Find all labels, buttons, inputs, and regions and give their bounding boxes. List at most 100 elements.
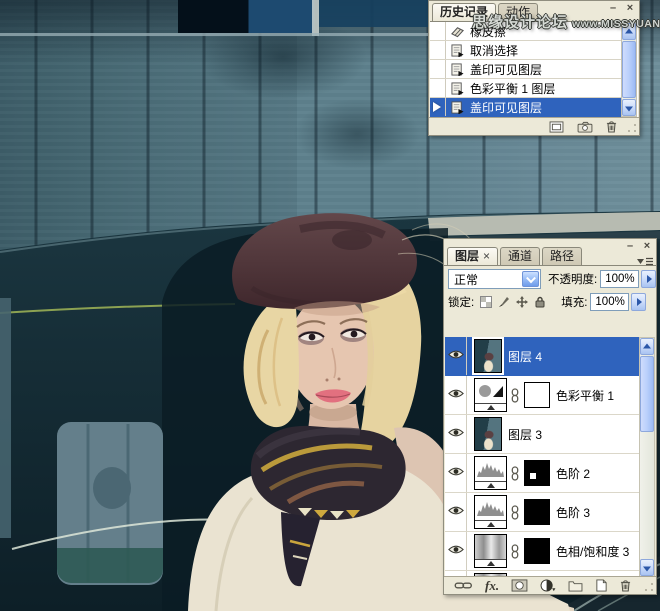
visibility-toggle[interactable]: [445, 376, 467, 414]
history-panel-footer: [429, 117, 639, 135]
history-item[interactable]: 取消选择: [430, 41, 621, 60]
history-item[interactable]: 盖印可见图层: [430, 98, 621, 117]
layer-mask-thumbnail[interactable]: [524, 499, 550, 525]
new-adjustment-layer-icon[interactable]: [540, 579, 556, 592]
scroll-thumb[interactable]: [622, 41, 636, 98]
opacity-input[interactable]: 100%: [600, 270, 639, 288]
link-icon: [510, 544, 520, 559]
layer-thumbnail[interactable]: [474, 417, 502, 451]
chevron-down-icon[interactable]: [522, 271, 539, 287]
fill-slider-icon[interactable]: [631, 293, 646, 311]
history-state-icon: [446, 63, 468, 76]
visibility-toggle[interactable]: [445, 493, 467, 531]
delete-layer-icon[interactable]: [620, 579, 631, 592]
tab-layers-label: 图层: [455, 249, 479, 263]
history-item[interactable]: 盖印可见图层: [430, 60, 621, 79]
history-brush-well[interactable]: [430, 41, 446, 59]
lock-all-icon[interactable]: [533, 296, 547, 309]
history-brush-well[interactable]: [430, 98, 446, 116]
lock-label: 锁定:: [448, 294, 474, 310]
resize-grip[interactable]: [627, 123, 638, 134]
close-button[interactable]: ×: [624, 3, 636, 15]
layer-mask-thumbnail[interactable]: [524, 538, 550, 564]
tab-history-label: 历史记录: [440, 5, 488, 19]
levels-adjustment-thumbnail[interactable]: [474, 495, 507, 529]
layers-scrollbar[interactable]: [639, 337, 655, 577]
tab-channels[interactable]: 通道: [500, 247, 540, 265]
history-item-label: 盖印可见图层: [470, 99, 542, 116]
new-snapshot-icon[interactable]: [577, 121, 593, 133]
delete-state-icon[interactable]: [606, 120, 617, 133]
layer-mask-thumbnail[interactable]: [524, 460, 550, 486]
tab-actions[interactable]: 动作: [498, 3, 538, 21]
resize-grip[interactable]: [644, 582, 655, 593]
history-item-label: 取消选择: [470, 42, 518, 59]
layer-row[interactable]: 色阶 3: [445, 493, 639, 532]
history-panel-header: 历史记录动作 – ×: [429, 1, 639, 21]
visibility-toggle[interactable]: [445, 532, 467, 570]
layers-footer-icons: fx.: [454, 579, 631, 592]
scroll-thumb[interactable]: [640, 356, 654, 432]
tab-history[interactable]: 历史记录: [432, 3, 496, 21]
close-button[interactable]: ×: [641, 241, 653, 253]
color-balance-adjustment-thumbnail[interactable]: [474, 378, 507, 412]
layer-row[interactable]: 图层 3: [445, 415, 639, 454]
hue-saturation-adjustment-thumbnail[interactable]: [474, 534, 507, 568]
visibility-toggle[interactable]: [445, 454, 467, 492]
minimize-button[interactable]: –: [624, 241, 636, 253]
history-brush-well[interactable]: [430, 60, 446, 78]
layer-row[interactable]: 色阶 2: [445, 454, 639, 493]
tab-close-icon[interactable]: ×: [483, 249, 490, 263]
lock-position-icon[interactable]: [515, 296, 529, 309]
history-item[interactable]: 色彩平衡 1 图层: [430, 79, 621, 98]
new-group-icon[interactable]: [568, 580, 583, 592]
minimize-button[interactable]: –: [607, 3, 619, 15]
layer-name: 色阶 2: [556, 465, 590, 482]
panel-menu-icon[interactable]: [636, 254, 654, 266]
layer-row[interactable]: 图层 4: [445, 337, 639, 376]
layers-tabs: 图层 × 通道路径: [447, 247, 582, 265]
layer-name: 图层 4: [508, 348, 542, 365]
layer-row[interactable]: 色彩平衡 1: [445, 376, 639, 415]
layer-name: 色相/饱和度 3: [556, 543, 629, 560]
layer-name: 图层 3: [508, 426, 542, 443]
layer-name: 色彩平衡 1: [556, 387, 614, 404]
tab-paths-label: 路径: [550, 249, 574, 263]
scroll-up-icon[interactable]: [640, 338, 654, 355]
layer-thumbnail[interactable]: [474, 339, 502, 373]
history-brush-well[interactable]: [430, 79, 446, 97]
eye-icon: [448, 544, 464, 558]
tab-paths[interactable]: 路径: [542, 247, 582, 265]
visibility-toggle[interactable]: [445, 415, 467, 453]
blend-mode-value: 正常: [454, 271, 478, 288]
visibility-toggle[interactable]: [445, 337, 467, 375]
layer-row[interactable]: 色相/饱和度 3: [445, 532, 639, 571]
new-layer-icon[interactable]: [595, 579, 608, 592]
layer-style-icon[interactable]: fx.: [485, 581, 499, 591]
layer-name: 色阶 3: [556, 504, 590, 521]
add-layer-mask-icon[interactable]: [511, 579, 528, 592]
lock-transparency-icon[interactable]: [479, 296, 493, 309]
blend-mode-select[interactable]: 正常: [448, 269, 541, 289]
link-layers-icon[interactable]: [454, 580, 473, 591]
levels-adjustment-thumbnail[interactable]: [474, 456, 507, 490]
eye-icon: [448, 505, 464, 519]
tab-layers[interactable]: 图层 ×: [447, 247, 498, 265]
new-document-from-state-icon[interactable]: [549, 121, 564, 133]
scroll-down-icon[interactable]: [622, 99, 636, 116]
eye-icon: [448, 466, 464, 480]
scroll-down-icon[interactable]: [640, 559, 654, 576]
layers-panel-header: 图层 × 通道路径 – ×: [444, 239, 656, 265]
opacity-slider-icon[interactable]: [641, 270, 656, 288]
link-icon: [510, 388, 520, 403]
history-item[interactable]: 橡皮擦: [430, 22, 621, 41]
scroll-up-icon[interactable]: [622, 23, 636, 40]
fill-input[interactable]: 100%: [590, 293, 629, 311]
history-brush-well[interactable]: [430, 22, 446, 40]
lock-paint-icon[interactable]: [497, 296, 511, 309]
layer-rows: 图层 4色彩平衡 1图层 3色阶 2色阶 3色相/饱和度 3色相/饱和度 4: [445, 337, 639, 577]
layer-mask-thumbnail[interactable]: [524, 382, 550, 408]
current-state-pointer-icon[interactable]: [433, 102, 441, 112]
eye-icon: [448, 427, 464, 441]
history-scrollbar[interactable]: [621, 22, 637, 117]
